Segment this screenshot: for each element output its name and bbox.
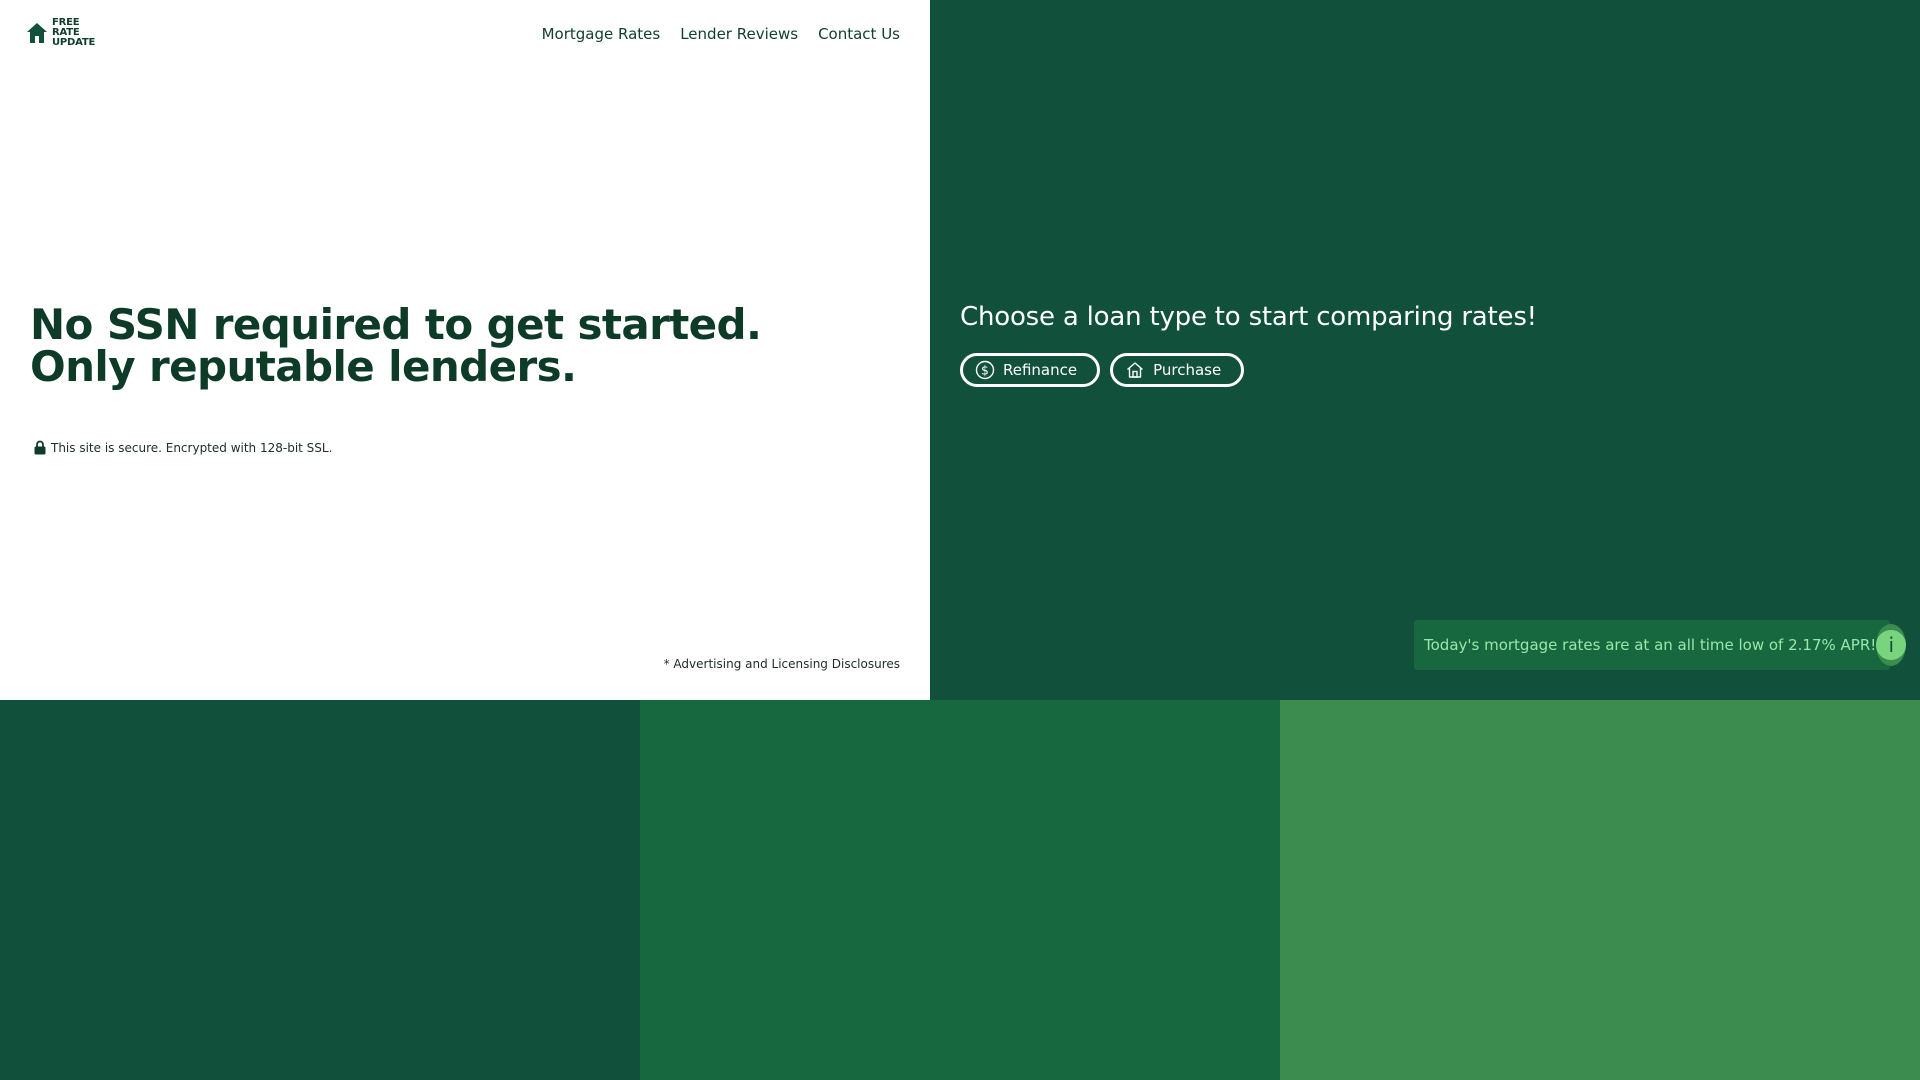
hero-line-1: No SSN required to get started. [30,300,762,349]
left-panel: FREE RATE UPDATE Mortgage Rates Lender R… [0,0,930,700]
logo[interactable]: FREE RATE UPDATE [26,18,95,48]
rate-banner-text: Today's mortgage rates are at an all tim… [1424,636,1877,654]
info-button[interactable]: i [1876,624,1907,666]
purchase-label: Purchase [1153,361,1222,379]
lock-icon [34,440,46,455]
nav-mortgage-rates[interactable]: Mortgage Rates [542,25,661,43]
loan-type-heading: Choose a loan type to start comparing ra… [960,302,1537,332]
hero-title: No SSN required to get started. Only rep… [30,300,762,391]
svg-text:$: $ [981,364,989,378]
band-mid-green [640,700,1280,1080]
info-icon: i [1876,630,1907,660]
top-nav: Mortgage Rates Lender Reviews Contact Us [542,25,900,43]
purchase-button[interactable]: Purchase [1110,353,1245,387]
hero-line-2: Only reputable lenders. [30,342,577,391]
rate-banner: Today's mortgage rates are at an all tim… [1414,620,1907,670]
disclosures-link[interactable]: * Advertising and Licensing Disclosures [664,657,900,671]
house-logo-icon [27,23,47,43]
logo-text: FREE RATE UPDATE [52,18,95,48]
nav-contact-us[interactable]: Contact Us [818,25,900,43]
dollar-circle-icon: $ [975,360,995,380]
loan-type-buttons: $ Refinance Purchase [960,353,1245,387]
band-light-green [1280,700,1920,1080]
security-notice: This site is secure. Encrypted with 128-… [34,440,332,455]
refinance-button[interactable]: $ Refinance [960,353,1101,387]
bottom-color-band [0,700,1920,1080]
band-dark-green [0,700,640,1080]
house-icon [1127,362,1144,378]
security-text: This site is secure. Encrypted with 128-… [51,440,333,455]
logo-line-3: UPDATE [52,37,96,48]
refinance-label: Refinance [1003,361,1078,379]
right-panel: Choose a loan type to start comparing ra… [930,0,1920,700]
nav-lender-reviews[interactable]: Lender Reviews [680,25,798,43]
